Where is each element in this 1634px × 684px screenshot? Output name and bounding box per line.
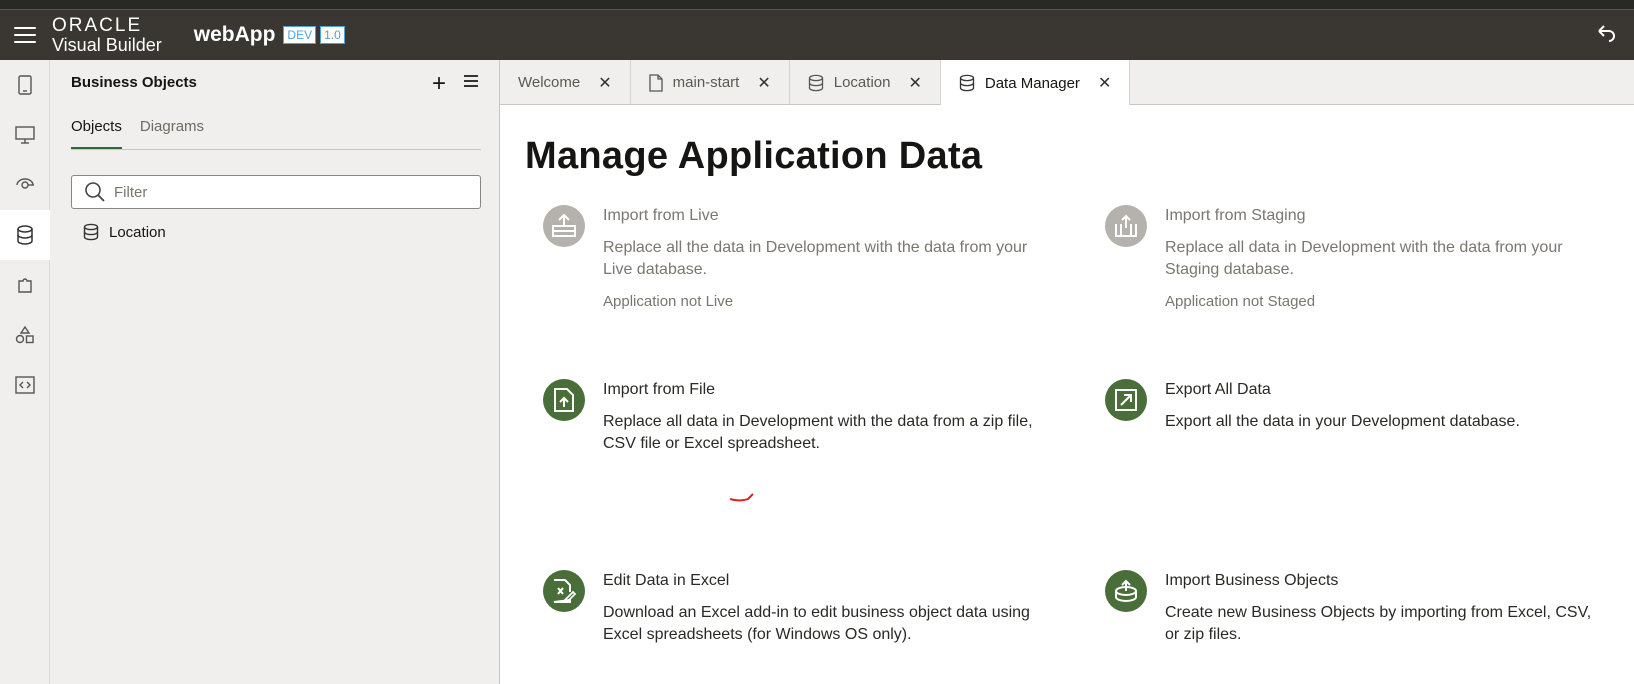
mobile-apps-icon[interactable] [0, 60, 50, 110]
card-description: Replace all data in Development with the… [603, 413, 1033, 452]
card-title[interactable]: Export All Data [1165, 379, 1605, 401]
card-status: Application not Live [603, 293, 734, 310]
card-title[interactable]: Edit Data in Excel [603, 570, 1043, 592]
tab-label: Data Manager [984, 74, 1080, 92]
version-badge: 1.0 [320, 26, 345, 44]
source-icon[interactable] [0, 360, 50, 410]
tab-objects[interactable]: Objects [71, 118, 122, 149]
brand-visual-builder: Visual Builder [52, 35, 162, 55]
card-description: Create new Business Objects by importing… [1165, 604, 1592, 643]
list-item-label: Location [109, 223, 166, 241]
card-title: Import from Live [603, 207, 719, 224]
panel-tabs: Objects Diagrams [71, 118, 481, 150]
oracle-logo: ORACLE Visual Builder [52, 16, 162, 54]
excel-edit-icon[interactable] [543, 570, 585, 612]
navigator-icon-bar [0, 60, 50, 684]
tab-label: Location [833, 74, 891, 91]
import-staging-icon [1105, 205, 1147, 247]
tab-data-manager[interactable]: Data Manager ✕ [940, 60, 1131, 106]
close-icon[interactable]: ✕ [598, 73, 611, 93]
add-icon[interactable]: + [432, 70, 446, 98]
search-icon [85, 182, 105, 202]
layout-icon[interactable] [0, 310, 50, 360]
app-header: ORACLE Visual Builder webApp DEV 1.0 [0, 10, 1634, 60]
tab-location[interactable]: Location ✕ [790, 60, 941, 105]
panel-menu-icon[interactable] [464, 75, 478, 87]
card-description: Replace all data in Development with the… [1165, 239, 1563, 278]
hamburger-menu-icon[interactable] [14, 27, 36, 43]
database-icon [83, 223, 99, 241]
page-title: Manage Application Data [525, 135, 983, 177]
import-business-objects-icon[interactable] [1105, 570, 1147, 612]
close-icon[interactable]: ✕ [1098, 73, 1111, 93]
panel-title: Business Objects [71, 74, 197, 91]
database-icon [959, 74, 975, 92]
undo-icon[interactable] [1596, 22, 1616, 48]
tab-welcome[interactable]: Welcome ✕ [500, 60, 631, 105]
card-title[interactable]: Import from File [603, 379, 1043, 401]
card-status: Application not Staged [1165, 293, 1316, 310]
card-title[interactable]: Import Business Objects [1165, 570, 1605, 592]
components-icon[interactable] [0, 260, 50, 310]
export-icon[interactable] [1105, 379, 1147, 421]
editor-tab-bar: Welcome ✕ main-start ✕ Location ✕ Data M… [500, 60, 1634, 106]
tab-label: main-start [672, 74, 740, 91]
card-title: Import from Staging [1165, 207, 1306, 224]
env-badge: DEV [283, 26, 317, 44]
brand-oracle: ORACLE [52, 15, 143, 36]
business-objects-icon[interactable] [0, 210, 50, 260]
page-icon [649, 73, 663, 92]
web-apps-icon[interactable] [0, 110, 50, 160]
tab-diagrams[interactable]: Diagrams [140, 118, 204, 149]
close-icon[interactable]: ✕ [757, 73, 770, 93]
annotation-mark [729, 493, 754, 502]
tab-label: Welcome [518, 74, 581, 91]
import-live-icon [543, 205, 585, 247]
close-icon[interactable]: ✕ [908, 73, 921, 93]
window-top-strip [0, 0, 1634, 10]
data-manager-content: Manage Application Data Import from Live… [500, 105, 1634, 684]
database-icon [808, 74, 823, 91]
card-description: Replace all the data in Development with… [603, 239, 1028, 278]
card-description: Export all the data in your Development … [1165, 413, 1520, 430]
import-file-icon[interactable] [543, 379, 585, 421]
services-icon[interactable] [0, 160, 50, 210]
card-description: Download an Excel add-in to edit busines… [603, 604, 1030, 643]
app-name[interactable]: webApp [194, 23, 276, 47]
filter-field[interactable] [71, 175, 481, 209]
tab-main-start[interactable]: main-start ✕ [631, 60, 790, 105]
filter-input[interactable] [114, 183, 454, 201]
list-item[interactable]: Location [83, 223, 166, 241]
business-objects-panel: Business Objects + Objects Diagrams Loca… [50, 60, 500, 684]
